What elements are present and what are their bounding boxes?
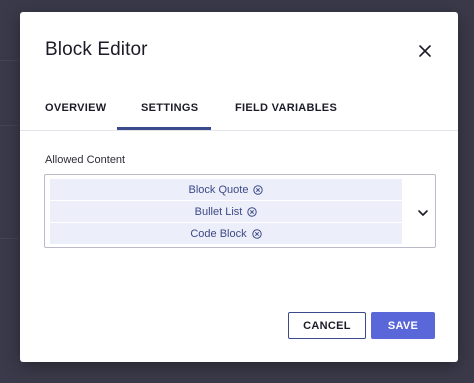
remove-chip-button[interactable] bbox=[251, 228, 262, 239]
dialog-title: Block Editor bbox=[45, 39, 148, 60]
tab-bar: OVERVIEW SETTINGS FIELD VARIABLES bbox=[20, 98, 458, 131]
background-line bbox=[0, 238, 18, 239]
dropdown-toggle[interactable] bbox=[417, 205, 429, 216]
circle-x-icon bbox=[251, 228, 262, 239]
tab-field-variables[interactable]: FIELD VARIABLES bbox=[235, 102, 337, 114]
cancel-button[interactable]: CANCEL bbox=[288, 312, 366, 339]
allowed-content-select[interactable]: Block Quote Bullet List Code Block bbox=[44, 174, 436, 248]
chip-label: Bullet List bbox=[194, 205, 243, 218]
chip-label: Block Quote bbox=[188, 183, 249, 196]
tab-overview[interactable]: OVERVIEW bbox=[45, 102, 107, 114]
close-button[interactable] bbox=[416, 42, 434, 60]
selected-chip: Block Quote bbox=[50, 179, 402, 200]
selected-chip: Code Block bbox=[50, 223, 402, 244]
background-line bbox=[0, 60, 18, 61]
allowed-content-label: Allowed Content bbox=[45, 154, 126, 166]
remove-chip-button[interactable] bbox=[253, 184, 264, 195]
active-tab-indicator bbox=[117, 127, 211, 130]
chevron-down-icon bbox=[418, 210, 428, 216]
close-icon bbox=[419, 45, 431, 57]
background-line bbox=[0, 125, 18, 126]
chip-label: Code Block bbox=[190, 227, 247, 240]
circle-x-icon bbox=[253, 184, 264, 195]
block-editor-dialog: Block Editor OVERVIEW SETTINGS FIELD VAR… bbox=[20, 12, 458, 362]
remove-chip-button[interactable] bbox=[247, 206, 258, 217]
tab-settings[interactable]: SETTINGS bbox=[141, 102, 198, 114]
circle-x-icon bbox=[247, 206, 258, 217]
selected-chip: Bullet List bbox=[50, 201, 402, 222]
save-button[interactable]: SAVE bbox=[371, 312, 435, 339]
